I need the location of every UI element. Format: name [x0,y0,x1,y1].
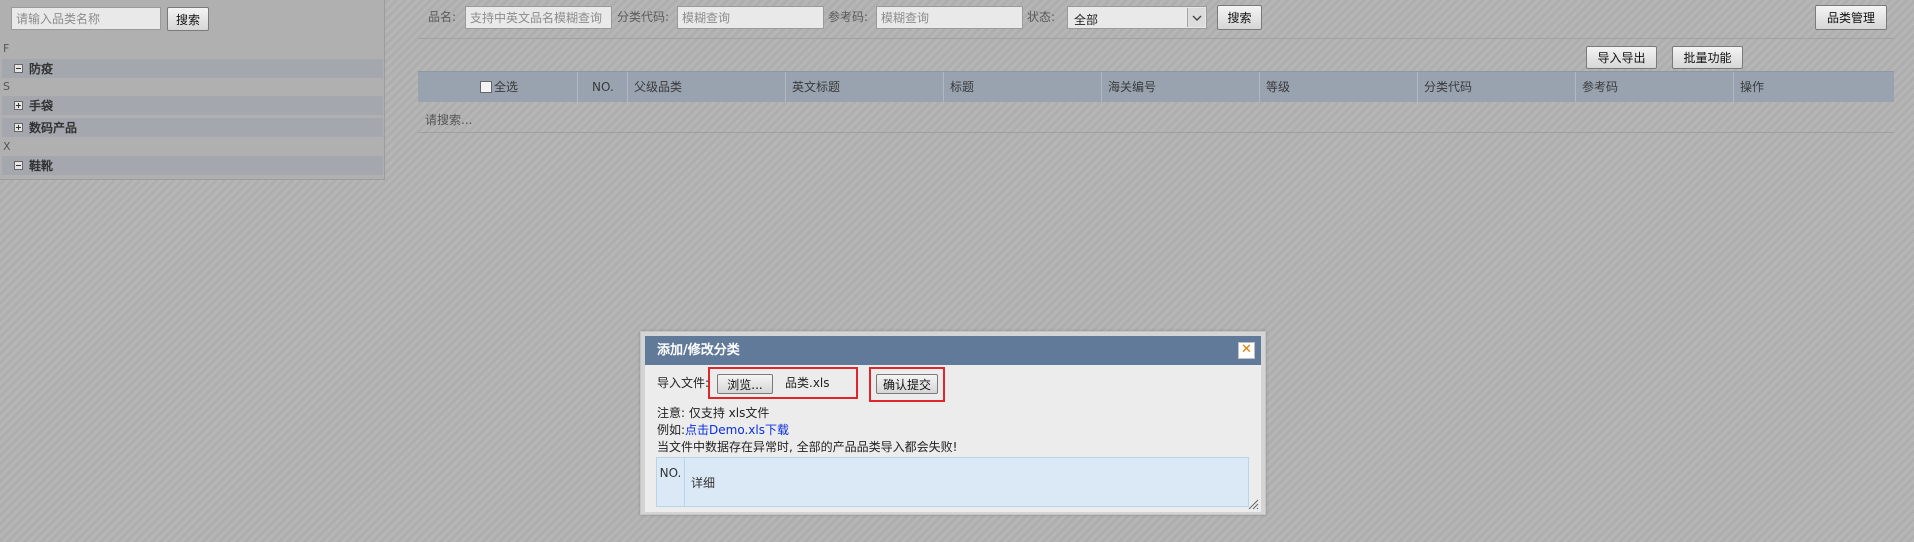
code-filter-label: 分类代码: [617,10,670,24]
column-header-parent: 父级品类 [628,72,786,102]
ref-filter-input[interactable] [876,6,1023,29]
tree-item-label: 数码产品 [29,121,78,135]
selected-file-name: 品类.xls [785,376,830,390]
category-search-input[interactable] [11,7,161,30]
dialog-body: 导入文件: 浏览... 品类.xls 确认提交 注意: 仅支持 xls文件 例如… [645,365,1261,512]
tree-item-label: 防疫 [29,62,54,76]
tree-letter-f: F [3,42,10,55]
tree-letter-x: X [3,140,11,153]
status-filter-label: 状态: [1027,10,1056,24]
filter-search-button[interactable]: 搜索 [1217,5,1262,30]
import-dialog: 添加/修改分类 ✕ 导入文件: 浏览... 品类.xls 确认提交 注意: 仅支… [640,331,1266,515]
name-filter-label: 品名: [428,10,457,24]
confirm-submit-button[interactable]: 确认提交 [876,374,938,394]
status-select[interactable]: 全部 [1067,6,1207,29]
result-table: NO. 详细 [656,457,1249,507]
column-header-customs-no: 海关编号 [1102,72,1260,102]
result-header-detail: 详细 [691,476,716,490]
column-header-title: 标题 [944,72,1102,102]
batch-function-button[interactable]: 批量功能 [1672,46,1743,69]
tree-item-label: 手袋 [29,99,54,113]
column-header-actions: 操作 [1740,80,1765,94]
tree-item-shoudai[interactable]: 手袋 [2,96,383,115]
close-icon[interactable]: ✕ [1238,342,1255,359]
collapse-icon[interactable] [14,64,23,73]
browse-button[interactable]: 浏览... [717,374,773,394]
warning-text: 当文件中数据存在异常时, 全部的产品品类导入都会失败! [657,440,958,454]
import-export-button[interactable]: 导入导出 [1586,46,1657,69]
table-empty-text: 请搜索... [425,113,473,127]
column-header-ref-code: 参考码 [1576,72,1734,102]
demo-download-link[interactable]: 点击Demo.xls下载 [685,423,789,437]
tree-item-xiexue[interactable]: 鞋靴 [2,156,383,175]
chevron-down-icon[interactable] [1187,8,1205,27]
tree-item-fangyi[interactable]: 防疫 [2,59,383,78]
tree-item-shuma[interactable]: 数码产品 [2,118,383,137]
tree-letter-s: S [3,80,10,93]
column-header-en-title: 英文标题 [786,72,944,102]
note-text: 注意: 仅支持 xls文件 [657,406,770,420]
resize-handle-icon[interactable] [1247,498,1259,510]
column-header-level: 等级 [1260,72,1418,102]
expand-icon[interactable] [14,101,23,110]
dialog-header[interactable]: 添加/修改分类 ✕ [645,336,1261,365]
divider [418,38,1894,39]
example-text: 例如:点击Demo.xls下载 [657,423,789,437]
code-filter-input[interactable] [677,6,824,29]
tree-item-label: 鞋靴 [29,159,54,173]
column-header-no: NO. [578,72,628,102]
example-prefix: 例如: [657,423,686,437]
table-header: 全选 NO. 父级品类 英文标题 标题 海关编号 等级 分类代码 参考码 操作 [418,71,1894,102]
select-all-label: 全选 [494,80,519,94]
category-manage-button[interactable]: 品类管理 [1815,5,1887,30]
select-all-checkbox[interactable] [480,81,492,93]
dialog-title: 添加/修改分类 [657,343,740,358]
select-all-header[interactable]: 全选 [418,72,578,102]
sidebar-search-button[interactable]: 搜索 [167,7,209,31]
status-select-value: 全部 [1074,13,1099,27]
name-filter-input[interactable] [465,6,612,29]
table-empty-row: 请搜索... [418,101,1894,133]
file-label: 导入文件: [657,376,710,390]
expand-icon[interactable] [14,123,23,132]
collapse-icon[interactable] [14,161,23,170]
result-header-no: NO. [657,458,685,506]
ref-filter-label: 参考码: [828,10,869,24]
column-header-category-code: 分类代码 [1418,72,1576,102]
